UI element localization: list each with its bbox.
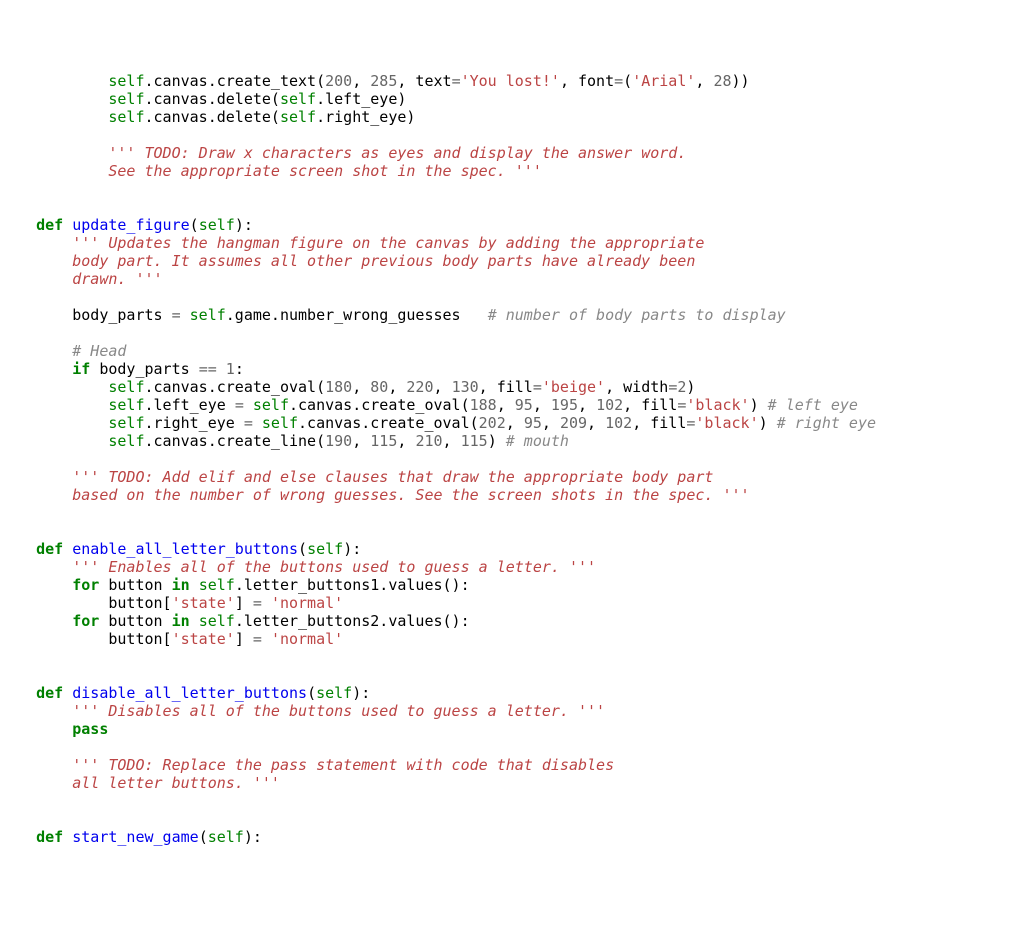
code-line: def update_figure(self):: [0, 216, 253, 234]
code-line: for button in self.letter_buttons1.value…: [0, 576, 470, 594]
code-line: See the appropriate screen shot in the s…: [0, 162, 542, 180]
code-line: def enable_all_letter_buttons(self):: [0, 540, 361, 558]
code-line: ''' Updates the hangman figure on the ca…: [0, 234, 704, 252]
code-line: self.left_eye = self.canvas.create_oval(…: [0, 396, 858, 414]
code-line: def start_new_game(self):: [0, 828, 262, 846]
code-line: ''' Disables all of the buttons used to …: [0, 702, 605, 720]
code-block: self.canvas.create_text(200, 285, text='…: [0, 72, 1020, 846]
code-line: button['state'] = 'normal': [0, 594, 343, 612]
code-line: self.canvas.delete(self.left_eye): [0, 90, 406, 108]
code-line: self.canvas.create_line(190, 115, 210, 1…: [0, 432, 569, 450]
code-line: if body_parts == 1:: [0, 360, 244, 378]
code-line: self.canvas.create_text(200, 285, text='…: [0, 72, 750, 90]
code-line: ''' TODO: Replace the pass statement wit…: [0, 756, 614, 774]
code-line: # Head: [0, 342, 126, 360]
code-line: ''' TODO: Add elif and else clauses that…: [0, 468, 713, 486]
code-line: self.canvas.create_oval(180, 80, 220, 13…: [0, 378, 695, 396]
code-line: button['state'] = 'normal': [0, 630, 343, 648]
code-line: drawn. ''': [0, 270, 163, 288]
code-line: body_parts = self.game.number_wrong_gues…: [0, 306, 786, 324]
code-line: pass: [0, 720, 108, 738]
code-line: ''' Enables all of the buttons used to g…: [0, 558, 596, 576]
code-line: self.right_eye = self.canvas.create_oval…: [0, 414, 876, 432]
code-line: ''' TODO: Draw x characters as eyes and …: [0, 144, 686, 162]
code-line: for button in self.letter_buttons2.value…: [0, 612, 470, 630]
code-line: body part. It assumes all other previous…: [0, 252, 695, 270]
code-line: self.canvas.delete(self.right_eye): [0, 108, 415, 126]
code-line: def disable_all_letter_buttons(self):: [0, 684, 370, 702]
code-line: based on the number of wrong guesses. Se…: [0, 486, 750, 504]
code-line: all letter buttons. ''': [0, 774, 280, 792]
